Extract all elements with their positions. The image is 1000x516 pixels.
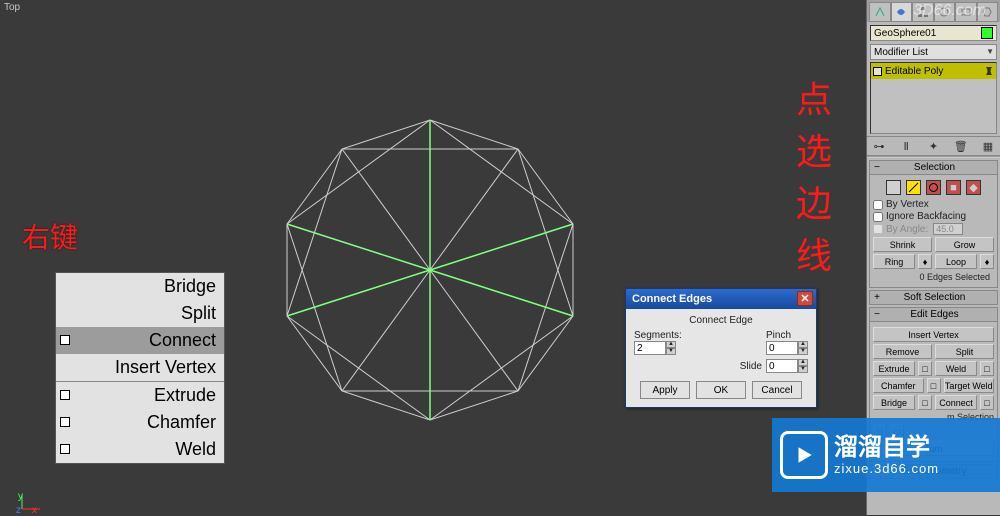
by-vertex-checkbox[interactable]: [873, 200, 883, 210]
rollout-selection: −Selection · ■ ◆ By Vertex Ignore Backfa…: [869, 160, 998, 288]
ctx-chamfer[interactable]: Chamfer: [56, 409, 224, 436]
show-end-result-icon[interactable]: Ⅱ: [898, 138, 914, 154]
watermark: 3D66.com: [913, 2, 986, 20]
configure-sets-icon[interactable]: ▦: [980, 138, 996, 154]
sub-object-row: · ■ ◆: [873, 180, 994, 195]
segments-input[interactable]: [634, 341, 666, 355]
brand-overlay: 溜溜自学 zixue.3d66.com: [772, 418, 1000, 492]
axis-x-label: x: [32, 505, 37, 516]
weld-settings-button[interactable]: □: [980, 361, 994, 376]
subobj-border[interactable]: [926, 180, 941, 195]
object-name-field[interactable]: GeoSphere01: [870, 25, 997, 41]
remove-button[interactable]: Remove: [873, 344, 932, 359]
ctx-split[interactable]: Split: [56, 300, 224, 327]
expand-icon[interactable]: [873, 67, 882, 76]
insert-vertex-button[interactable]: Insert Vertex: [873, 327, 994, 342]
spinner-down-icon[interactable]: ▼: [798, 366, 808, 373]
ctx-bridge[interactable]: Bridge: [56, 273, 224, 300]
bridge-settings-button[interactable]: □: [918, 395, 932, 410]
rollout-header-edit-edges[interactable]: −Edit Edges: [869, 307, 998, 322]
brand-cn: 溜溜自学: [834, 435, 939, 461]
connect-settings-button[interactable]: □: [980, 395, 994, 410]
settings-box-icon[interactable]: [60, 390, 70, 400]
wireframe-mesh[interactable]: [270, 110, 590, 430]
pin-stack-icon[interactable]: ⊶: [871, 138, 887, 154]
by-angle-value: 45.0: [933, 223, 963, 235]
spinner-down-icon[interactable]: ▼: [666, 348, 676, 355]
loop-button[interactable]: Loop: [935, 254, 977, 269]
dialog-titlebar[interactable]: Connect Edges ✕: [626, 289, 816, 309]
settings-box-icon[interactable]: [60, 444, 70, 454]
dialog-title: Connect Edges: [632, 293, 712, 305]
make-unique-icon[interactable]: ✦: [926, 138, 942, 154]
segments-label: Segments:: [634, 330, 682, 341]
subobj-edge[interactable]: [906, 180, 921, 195]
vase-icon: [984, 66, 994, 76]
context-menu: Bridge Split Connect Insert Vertex Extru…: [55, 272, 225, 464]
slide-input[interactable]: [766, 359, 798, 373]
connect-button[interactable]: Connect: [935, 395, 977, 410]
by-vertex-label: By Vertex: [886, 199, 929, 210]
modifier-stack[interactable]: Editable Poly: [870, 62, 997, 134]
cancel-button[interactable]: Cancel: [752, 381, 802, 399]
weld-button[interactable]: Weld: [935, 361, 977, 376]
remove-modifier-icon[interactable]: 🗑: [953, 138, 969, 154]
close-icon[interactable]: ✕: [797, 291, 813, 306]
spinner-up-icon[interactable]: ▲: [798, 359, 808, 366]
by-angle-checkbox: [873, 224, 883, 234]
chamfer-button[interactable]: Chamfer: [873, 378, 924, 393]
spinner-up-icon[interactable]: ▲: [798, 341, 808, 348]
extrude-button[interactable]: Extrude: [873, 361, 915, 376]
annotation-right-click: 右键: [22, 216, 78, 256]
apply-button[interactable]: Apply: [640, 381, 690, 399]
rollout-header-selection[interactable]: −Selection: [869, 160, 998, 175]
stack-item-editable-poly[interactable]: Editable Poly: [871, 63, 996, 79]
pinch-label: Pinch: [766, 330, 791, 341]
subobj-polygon[interactable]: ■: [946, 180, 961, 195]
subobj-vertex[interactable]: ·: [886, 180, 901, 195]
slide-label: Slide: [740, 361, 762, 372]
extrude-settings-button[interactable]: □: [918, 361, 932, 376]
subobj-element[interactable]: ◆: [966, 180, 981, 195]
pinch-input[interactable]: [766, 341, 798, 355]
chamfer-settings-button[interactable]: □: [927, 378, 941, 393]
brand-url: zixue.3d66.com: [834, 461, 939, 476]
axis-y-label: y: [18, 491, 23, 502]
modifier-list-dropdown[interactable]: Modifier List: [870, 44, 997, 60]
play-icon: [780, 431, 828, 479]
connect-edges-dialog: Connect Edges ✕ Connect Edge Segments: ▲…: [625, 288, 817, 408]
ctx-extrude[interactable]: Extrude: [56, 382, 224, 409]
ignore-backfacing-label: Ignore Backfacing: [886, 211, 966, 222]
dialog-group-label: Connect Edge: [634, 315, 808, 326]
rollout-header-soft-selection[interactable]: +Soft Selection: [869, 290, 998, 305]
by-angle-label: By Angle:: [886, 224, 928, 235]
annotation-select-edge: 点 选 边 线: [796, 74, 832, 282]
settings-box-icon[interactable]: [60, 335, 70, 345]
ignore-backfacing-checkbox[interactable]: [873, 212, 883, 222]
rollout-soft-selection: +Soft Selection: [869, 290, 998, 305]
settings-box-icon[interactable]: [60, 417, 70, 427]
ring-spinner[interactable]: ♦: [918, 254, 932, 269]
stack-toolbar: ⊶ Ⅱ ✦ 🗑 ▦: [867, 136, 1000, 156]
ok-button[interactable]: OK: [696, 381, 746, 399]
ring-button[interactable]: Ring: [873, 254, 915, 269]
shrink-button[interactable]: Shrink: [873, 237, 932, 252]
axis-z-label: z: [16, 505, 21, 516]
ctx-insert-vertex[interactable]: Insert Vertex: [56, 354, 224, 381]
loop-spinner[interactable]: ♦: [980, 254, 994, 269]
spinner-up-icon[interactable]: ▲: [666, 341, 676, 348]
ctx-connect[interactable]: Connect: [56, 327, 224, 354]
bridge-button[interactable]: Bridge: [873, 395, 915, 410]
tab-create[interactable]: [869, 2, 891, 22]
viewport-label: Top: [4, 2, 20, 13]
ctx-weld[interactable]: Weld: [56, 436, 224, 463]
spinner-down-icon[interactable]: ▼: [798, 348, 808, 355]
tab-modify[interactable]: [891, 2, 913, 22]
grow-button[interactable]: Grow: [935, 237, 994, 252]
split-button[interactable]: Split: [935, 344, 994, 359]
target-weld-button[interactable]: Target Weld: [944, 378, 995, 393]
selection-status: 0 Edges Selected: [873, 271, 994, 284]
